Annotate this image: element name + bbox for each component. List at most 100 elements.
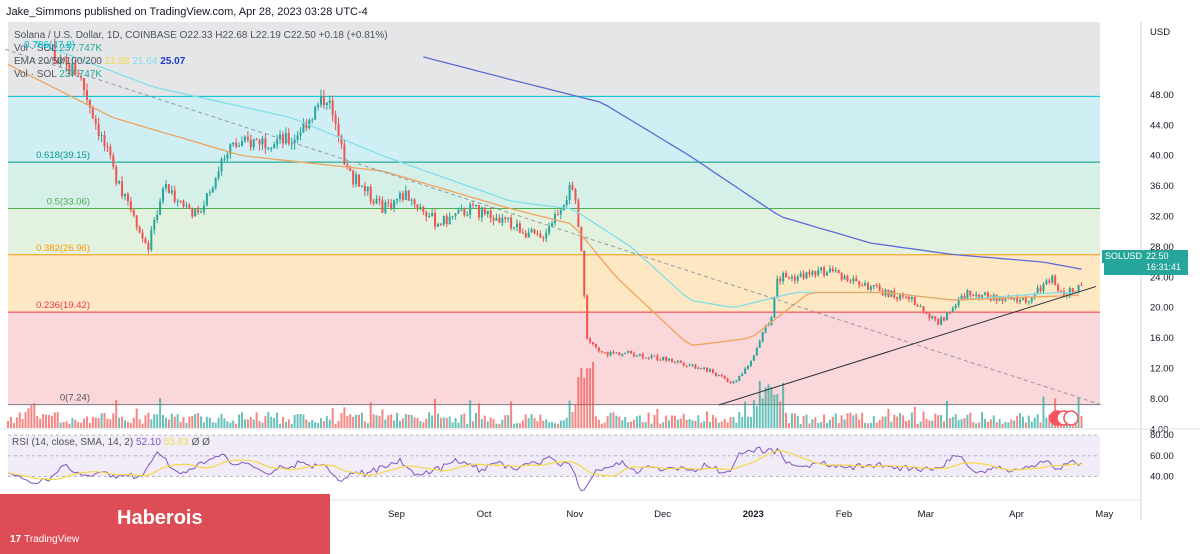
volume-bar <box>191 415 194 428</box>
volume-bar <box>442 417 445 428</box>
candle-body <box>118 181 121 184</box>
candle-body <box>589 338 592 343</box>
volume-bar <box>717 422 720 428</box>
volume-bar <box>21 418 24 428</box>
volume-bar <box>360 412 363 428</box>
volume-bar <box>504 415 507 428</box>
candle-body <box>167 184 170 193</box>
volume-bar <box>969 412 972 428</box>
volume-bar <box>83 418 86 428</box>
volume-bar <box>630 421 633 428</box>
candle-body <box>208 192 211 194</box>
volume-bar <box>97 418 100 428</box>
volume-bar <box>249 416 252 428</box>
volume-bar <box>910 412 913 428</box>
candle-body <box>688 365 691 367</box>
candle-body <box>173 190 176 202</box>
candle-body <box>606 352 609 356</box>
volume-bar <box>141 423 144 428</box>
candle-body <box>475 205 478 207</box>
candle-body <box>518 223 521 233</box>
candle-body <box>352 170 355 185</box>
volume-bar <box>992 415 995 428</box>
volume-bar <box>662 422 665 428</box>
volume-bar <box>691 420 694 428</box>
candle-body <box>741 373 744 377</box>
time-tick-label: Sep <box>388 509 405 520</box>
candle-body <box>808 272 811 275</box>
volume-bar <box>536 421 539 428</box>
event-flags[interactable] <box>1049 410 1079 426</box>
event-flag-icon[interactable] <box>1063 410 1079 426</box>
volume-bar <box>45 414 48 428</box>
volume-bar <box>922 411 925 428</box>
candle-body <box>328 100 331 103</box>
tradingview-logo[interactable]: 17 TradingView <box>10 534 79 545</box>
candle-body <box>501 217 504 223</box>
volume-bar <box>77 422 80 428</box>
candle-body <box>837 269 840 274</box>
candle-body <box>486 210 489 215</box>
volume-bar <box>100 413 103 428</box>
ema-legend-row[interactable]: EMA 20/50/100/200 21.88 21.64 25.07 <box>14 55 388 68</box>
rsi-label: RSI (14, close, SMA, 14, 2) <box>12 437 134 448</box>
volume-bar <box>226 421 229 428</box>
candle-body <box>1062 290 1065 296</box>
volume-bar <box>106 418 109 428</box>
fib-band-0.5 <box>8 162 1100 209</box>
candle-body <box>378 198 381 201</box>
volume-bar <box>600 423 603 428</box>
volume-bar <box>907 419 910 428</box>
candle-body <box>586 295 589 339</box>
candle-body <box>431 212 434 217</box>
volume-bar <box>577 376 580 428</box>
volume-bar <box>390 414 393 428</box>
volume-bar <box>855 413 858 428</box>
volume-bar <box>831 416 834 428</box>
candle-body <box>343 144 346 165</box>
candle-body <box>670 358 673 362</box>
candle-body <box>115 166 118 184</box>
candle-body <box>1045 280 1048 285</box>
candle-body <box>896 297 899 300</box>
candle-body <box>1042 284 1045 292</box>
candle-body <box>296 135 299 140</box>
candle-body <box>817 270 820 276</box>
candle-body <box>261 138 264 145</box>
candle-body <box>966 290 969 299</box>
volume-bar <box>121 416 124 428</box>
ema200-value: 25.07 <box>160 56 186 67</box>
volume-bar <box>118 417 121 428</box>
volume-bar <box>989 419 992 428</box>
volume-bar <box>129 422 132 428</box>
volume-bar <box>670 415 673 428</box>
candle-body <box>916 305 919 307</box>
candle-body <box>489 210 492 219</box>
candle-body <box>925 312 928 314</box>
candle-body <box>243 136 246 142</box>
candle-body <box>621 353 624 356</box>
volume-legend-row-2[interactable]: Vol · SOL 237.747K <box>14 68 388 81</box>
candle-body <box>665 356 668 361</box>
candle-body <box>551 223 554 227</box>
volume-bar <box>1016 415 1019 428</box>
volume-bar <box>255 412 258 428</box>
candle-body <box>241 141 244 146</box>
candle-body <box>273 144 276 149</box>
candle-body <box>176 200 179 202</box>
volume-bar <box>1010 419 1013 428</box>
candle-body <box>1051 275 1054 283</box>
candle-body <box>153 219 156 230</box>
candle-body <box>483 207 486 215</box>
rsi-legend[interactable]: RSI (14, close, SMA, 14, 2) 52.10 53.63 … <box>12 436 210 449</box>
candle-body <box>369 186 372 202</box>
candle-body <box>442 215 445 225</box>
candle-body <box>182 200 185 207</box>
candle-body <box>1080 285 1083 287</box>
volume-bar <box>826 423 829 428</box>
volume-bar <box>457 422 460 428</box>
volume-bar <box>296 414 299 428</box>
candle-body <box>653 355 656 357</box>
chart-screenshot: 0(7.24) 0.236(19.42) 0.382(26.96) 0.5(33.06… <box>0 0 1200 554</box>
volume-bar <box>80 422 83 428</box>
